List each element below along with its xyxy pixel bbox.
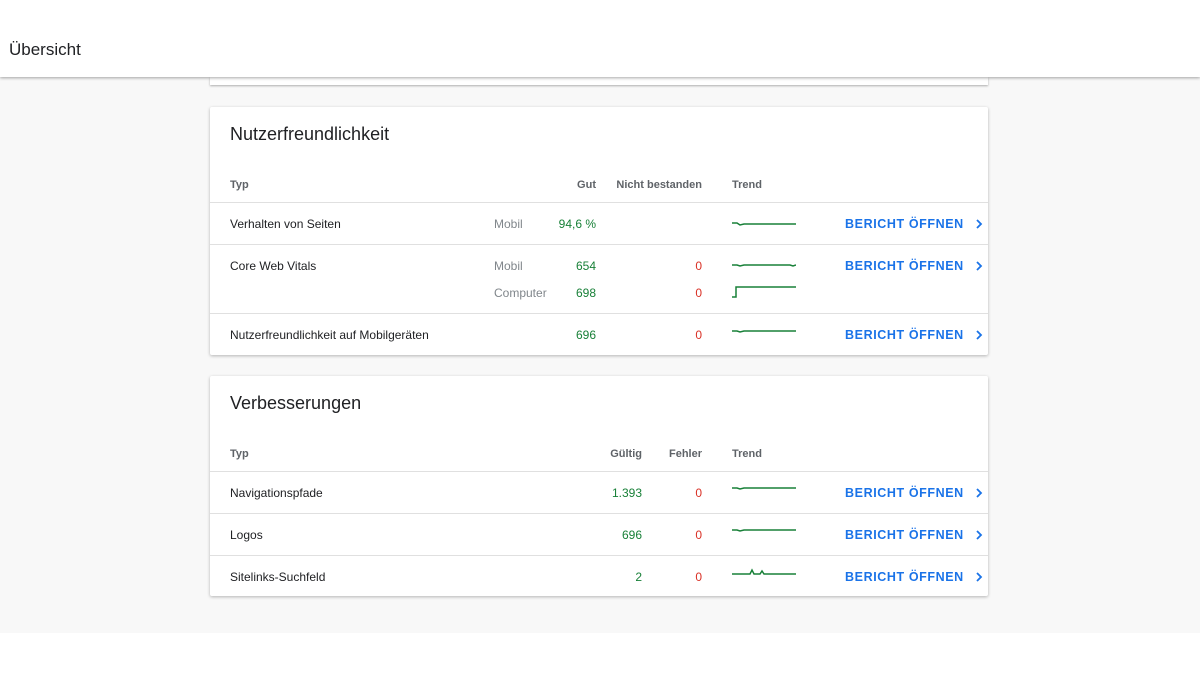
device-label-desktop: Computer (494, 286, 547, 300)
usability-table-header: Typ Gut Nicht bestanden Trend (210, 179, 988, 199)
table-row: Navigationspfade 1.393 0 BERICHT ÖFFNEN (210, 471, 988, 513)
chevron-right-icon (976, 488, 983, 498)
col-good: Gut (577, 179, 596, 191)
col-valid: Gültig (610, 448, 642, 460)
trend-sparkline-desktop (732, 286, 796, 298)
open-report-label: BERICHT ÖFFNEN (845, 528, 964, 542)
error-value: 0 (695, 570, 702, 584)
error-value: 0 (695, 528, 702, 542)
valid-value: 2 (635, 570, 642, 584)
trend-sparkline (732, 222, 796, 226)
enhancements-table-header: Typ Gültig Fehler Trend (210, 448, 988, 468)
chevron-right-icon (976, 330, 983, 340)
open-report-link[interactable]: BERICHT ÖFFNEN (845, 217, 984, 231)
col-type: Typ (230, 179, 249, 191)
open-report-label: BERICHT ÖFFNEN (845, 486, 964, 500)
good-value: 94,6 % (558, 217, 596, 231)
good-value: 654 (575, 259, 596, 273)
table-row: Nutzerfreundlichkeit auf Mobilgeräten 69… (210, 313, 988, 355)
row-label: Logos (230, 528, 263, 542)
row-label: Sitelinks-Suchfeld (230, 570, 326, 584)
chevron-right-icon (976, 261, 983, 271)
chevron-right-icon (976, 572, 983, 582)
trend-sparkline (732, 264, 796, 267)
trend-sparkline (732, 568, 796, 575)
usability-card-title: Nutzerfreundlichkeit (230, 124, 390, 144)
enhancements-card: Verbesserungen Typ Gültig Fehler Trend N… (210, 376, 988, 596)
table-row: Verhalten von Seiten Mobil 94,6 % BERICH… (210, 202, 988, 244)
top-app-bar: Übersicht (0, 0, 1200, 77)
open-report-link[interactable]: BERICHT ÖFFNEN (845, 528, 984, 542)
col-trend: Trend (732, 179, 762, 191)
table-row: Logos 696 0 BERICHT ÖFFNEN (210, 513, 988, 555)
enhancements-card-title: Verbesserungen (230, 393, 362, 413)
col-type: Typ (230, 448, 249, 460)
table-row: Core Web Vitals Mobil 654 0 BERICHT ÖFFN… (210, 244, 988, 313)
previous-card-bottom (210, 77, 988, 85)
open-report-link[interactable]: BERICHT ÖFFNEN (845, 328, 984, 342)
open-report-link[interactable]: BERICHT ÖFFNEN (845, 570, 984, 584)
col-failed: Nicht bestanden (616, 179, 702, 191)
page-title: Übersicht (9, 40, 81, 59)
open-report-link[interactable]: BERICHT ÖFFNEN (845, 486, 984, 500)
good-value-desktop: 698 (575, 286, 596, 300)
valid-value: 1.393 (611, 486, 642, 500)
failed-value: 0 (695, 328, 702, 342)
device-label: Mobil (494, 259, 523, 273)
device-label: Mobil (494, 217, 523, 231)
row-label: Core Web Vitals (230, 259, 317, 273)
table-row: Sitelinks-Suchfeld 2 0 BERICHT ÖFFNEN (210, 555, 988, 596)
failed-value-desktop: 0 (695, 286, 702, 300)
row-label: Navigationspfade (230, 486, 323, 500)
failed-value: 0 (695, 259, 702, 273)
trend-sparkline (732, 330, 796, 333)
col-trend: Trend (732, 448, 762, 460)
error-value: 0 (695, 486, 702, 500)
open-report-link[interactable]: BERICHT ÖFFNEN (845, 259, 984, 273)
open-report-label: BERICHT ÖFFNEN (845, 328, 964, 342)
good-value: 696 (575, 328, 596, 342)
usability-card: Nutzerfreundlichkeit Typ Gut Nicht besta… (210, 107, 988, 355)
chevron-right-icon (976, 219, 983, 229)
col-errors: Fehler (668, 448, 702, 460)
main-content: Nutzerfreundlichkeit Typ Gut Nicht besta… (0, 77, 1200, 633)
open-report-label: BERICHT ÖFFNEN (845, 570, 964, 584)
row-label: Verhalten von Seiten (230, 217, 341, 231)
page-footer-area (0, 633, 1200, 700)
open-report-label: BERICHT ÖFFNEN (845, 259, 964, 273)
trend-sparkline (732, 529, 796, 532)
row-label: Nutzerfreundlichkeit auf Mobilgeräten (230, 328, 429, 342)
valid-value: 696 (621, 528, 642, 542)
open-report-label: BERICHT ÖFFNEN (845, 217, 964, 231)
chevron-right-icon (976, 530, 983, 540)
trend-sparkline (732, 487, 796, 490)
